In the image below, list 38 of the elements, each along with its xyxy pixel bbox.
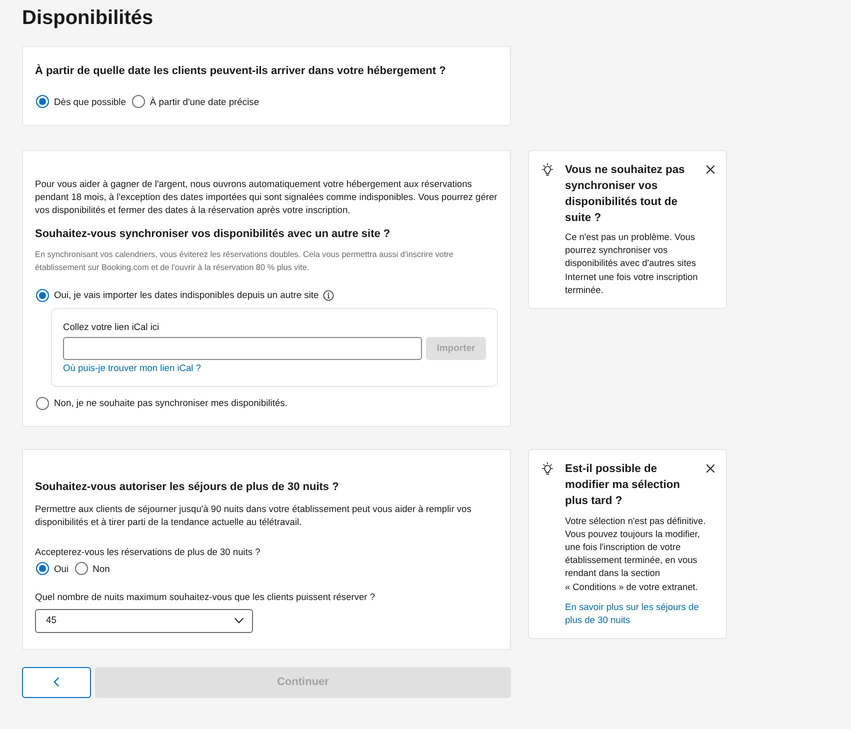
description-text: Permettre aux clients de séjourner jusqu'à 90 nuits dans votre établissement peut vous aider à remplir vos disponibilités et à tirer parti de la tendance actuelle au télétravail.	[35, 503, 472, 529]
learn-more-link[interactable]: En savoir plus sur les séjours de plus de 30 nuits	[565, 600, 706, 627]
ical-link-field[interactable]	[63, 336, 422, 360]
option-label[interactable]: Dès que possible	[54, 94, 126, 108]
intro-text: Pour vous aider à gagner de l'argent, nous ouvrons automatiquement votre hébergement aux réservations pendant 18 mois, à l'exception des dates importées qui sont signalées comme indisponibles. Vous pourrez gérer vos disponibilités et fermer des dates à la réservation après votre inscription.	[35, 178, 498, 216]
info-icon[interactable]	[322, 290, 334, 300]
field-label: Collez votre lien iCal ici	[63, 321, 160, 334]
back-button[interactable]	[22, 666, 91, 698]
chevron-left-icon	[53, 677, 60, 687]
tip-text: Votre sélection n'est pas définitive. Vous pouvez toujours la modifier, une fois l'inscription de votre établissement terminée, en vous rendant dans la section « Conditions » de votre extranet.	[565, 514, 706, 594]
tip-title: Vous ne souhaitez pas synchroniser vos disponibilités tout de suite ?	[565, 162, 686, 226]
option-label[interactable]: Oui	[54, 562, 69, 576]
help-link[interactable]: Où puis-je trouver mon lien iCal ?	[63, 362, 201, 375]
radio-button[interactable]	[36, 562, 49, 575]
radio-button[interactable]	[36, 396, 49, 410]
field-label: Accepterez-vous les réservations de plus de 30 nuits ?	[35, 546, 262, 559]
radio-button[interactable]	[36, 95, 49, 108]
section-heading: Souhaitez-vous autoriser les séjours de plus de 30 nuits ?	[35, 480, 340, 495]
lightbulb-icon	[541, 162, 554, 176]
tip-title: Est-il possible de modifier ma sélection plus tard ?	[565, 462, 682, 509]
option-label[interactable]: Oui, je vais importer les dates indisponibles depuis un autre site	[54, 288, 319, 302]
option-label[interactable]: À partir d'une date précise	[150, 94, 260, 108]
chevron-down-icon	[234, 617, 244, 624]
max-nights-dropdown[interactable]: 45	[35, 608, 253, 632]
close-icon[interactable]	[706, 164, 715, 174]
option-label[interactable]: Non, je ne souhaite pas synchroniser mes disponibilités.	[54, 396, 288, 410]
hint-text: En synchronisant vos calendriers, vous éviterez les réservations doubles. Cela vous permettra aussi d'inscrire votre établissement sur Booking.com et de l'ouvrir à la réservation 80 % plus vite.	[35, 248, 454, 274]
tip-text: Ce n'est pas un problème. Vous pourrez synchroniser vos disponibilités avec d'autres sites Internet une fois votre inscription terminée.	[565, 231, 699, 297]
section-heading: Souhaitez-vous synchroniser vos disponibilités avec un autre site ?	[35, 226, 392, 242]
close-icon[interactable]	[706, 464, 715, 473]
option-label[interactable]: Non	[92, 562, 110, 576]
lightbulb-icon	[541, 462, 554, 475]
page-title: Disponibilités	[22, 6, 154, 30]
section-heading: À partir de quelle date les clients peuvent-ils arriver dans votre hébergement ?	[35, 64, 447, 79]
radio-button[interactable]	[74, 562, 88, 575]
field-label: Quel nombre de nuits maximum souhaitez-vous que les clients puissent réserver ?	[35, 591, 376, 604]
radio-button[interactable]	[36, 288, 49, 302]
radio-button[interactable]	[132, 95, 145, 108]
